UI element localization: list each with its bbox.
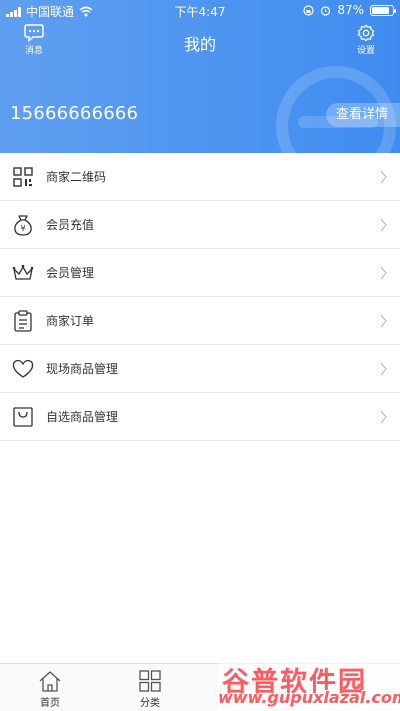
tab-label: 分类	[140, 698, 160, 709]
menu-list: 商家二维码 ¥ 会员充值 会员管理 商家订单 现场商品管理 自选商品管理	[0, 153, 400, 441]
menu-item-label: 会员管理	[46, 266, 95, 280]
menu-item-label: 商家二维码	[46, 170, 107, 184]
heart-icon	[12, 359, 34, 378]
money-bag-icon: ¥	[14, 214, 32, 236]
tab-label: 首页	[40, 698, 60, 709]
chevron-right-icon	[380, 314, 387, 328]
view-details-button[interactable]: 查看详情	[326, 103, 400, 127]
chevron-right-icon	[380, 410, 387, 424]
chevron-right-icon	[380, 218, 387, 232]
user-phone: 15666666666	[10, 103, 139, 124]
menu-item-merchant-orders[interactable]: 商家订单	[0, 297, 400, 345]
menu-item-label: 自选商品管理	[46, 410, 119, 424]
menu-item-label: 商家订单	[46, 314, 95, 328]
chevron-right-icon	[380, 362, 387, 376]
tab-category[interactable]: 分类	[120, 670, 180, 709]
settings-button[interactable]: 设置	[346, 24, 386, 56]
menu-item-optional-goods[interactable]: 自选商品管理	[0, 393, 400, 441]
menu-item-label: 会员充值	[46, 218, 95, 232]
settings-label: 设置	[356, 46, 375, 56]
battery-percent: 87%	[337, 3, 364, 17]
shopping-bag-icon	[13, 406, 33, 427]
qrcode-icon	[13, 166, 33, 187]
grid-icon	[139, 670, 161, 692]
tab-home[interactable]: 首页	[20, 670, 80, 709]
menu-item-label: 现场商品管理	[46, 362, 119, 376]
svg-text:¥: ¥	[20, 224, 25, 233]
rotation-lock-icon	[303, 4, 314, 16]
alarm-icon	[321, 5, 331, 16]
battery-icon	[370, 4, 396, 16]
menu-item-merchant-qrcode[interactable]: 商家二维码	[0, 153, 400, 201]
menu-item-member-recharge[interactable]: ¥ 会员充值	[0, 201, 400, 249]
watermark-url: www.gupuxlazal.com	[218, 688, 400, 707]
chevron-right-icon	[380, 266, 387, 280]
gear-icon	[357, 24, 375, 42]
clipboard-icon	[14, 309, 32, 332]
menu-item-member-management[interactable]: 会员管理	[0, 249, 400, 297]
home-icon	[39, 671, 61, 692]
page-title: 我的	[183, 35, 216, 54]
crown-icon	[12, 264, 34, 280]
status-bar: 中国联通 下午4:47 87%	[0, 0, 400, 20]
menu-item-onsite-goods[interactable]: 现场商品管理	[0, 345, 400, 393]
profile-header: 中国联通 下午4:47 87% 消息 我的 设置 15666666666 查看详…	[0, 0, 400, 153]
chevron-right-icon	[380, 170, 387, 184]
